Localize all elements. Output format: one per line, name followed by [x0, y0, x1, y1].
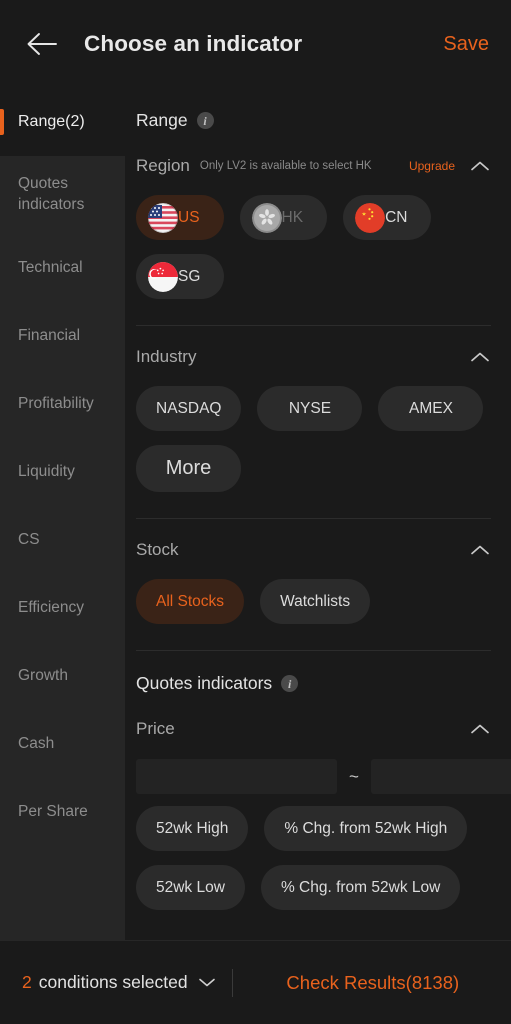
quotes-section-header: Quotes indicators i: [136, 651, 491, 698]
chip-label: CN: [385, 208, 408, 226]
indicator-chooser-screen: Choose an indicator Save Range(2) Quotes…: [0, 0, 511, 1024]
industry-chip-row: NASDAQ NYSE AMEX More: [136, 374, 491, 492]
chip-label: 52wk Low: [156, 878, 225, 896]
stock-chip-all-stocks[interactable]: All Stocks: [136, 579, 245, 624]
check-results-button[interactable]: Check Results(8138): [251, 972, 511, 994]
sidebar-item-profitability[interactable]: Profitability: [0, 370, 125, 438]
stock-chip-watchlists[interactable]: Watchlists: [260, 579, 371, 624]
region-group-header: Region Only LV2 is available to select H…: [136, 135, 491, 183]
stock-chip-row: All Stocks Watchlists: [136, 567, 491, 624]
chip-label: % Chg. from 52wk Low: [280, 878, 441, 896]
sidebar-item-range[interactable]: Range(2): [0, 88, 125, 156]
price-min-input[interactable]: [136, 759, 337, 794]
quote-chip-pct-chg-52wk-low[interactable]: % Chg. from 52wk Low: [260, 865, 461, 910]
industry-chip-nasdaq[interactable]: NASDAQ: [136, 386, 242, 431]
quote-chip-52wk-high[interactable]: 52wk High: [136, 806, 249, 851]
sidebar-item-label: Per Share: [18, 802, 88, 820]
price-range-inputs: ~: [136, 746, 511, 794]
bottom-bar-divider: [231, 968, 233, 997]
info-icon[interactable]: i: [281, 675, 299, 692]
condition-count: 2: [22, 972, 32, 992]
sidebar-item-label: Growth: [18, 666, 68, 684]
upgrade-link[interactable]: Upgrade: [409, 159, 455, 173]
sidebar-item-label: Financial: [18, 326, 81, 344]
sidebar-item-liquidity[interactable]: Liquidity: [0, 438, 125, 506]
quote-chip-52wk-low[interactable]: 52wk Low: [136, 865, 245, 910]
sidebar-item-label: Technical: [18, 258, 83, 276]
section-title: Quotes indicators: [136, 673, 273, 693]
chevron-up-icon[interactable]: [469, 718, 491, 740]
chip-label: More: [165, 457, 212, 479]
region-chip-hk[interactable]: HK: [239, 195, 328, 240]
chip-label: SG: [178, 267, 201, 285]
chip-label: NYSE: [288, 399, 332, 417]
sidebar-item-label: Cash: [18, 734, 55, 752]
sidebar-item-technical[interactable]: Technical: [0, 234, 125, 302]
region-chip-sg[interactable]: SG: [136, 254, 225, 299]
range-separator: ~: [349, 766, 359, 786]
sidebar-item-label: Quotes indicators: [18, 175, 85, 213]
industry-group-header: Industry: [136, 326, 491, 374]
chip-label: All Stocks: [156, 592, 225, 610]
chip-label: HK: [281, 208, 304, 226]
sidebar-item-cs[interactable]: CS: [0, 506, 125, 574]
sg-flag-icon: [148, 261, 178, 292]
region-chip-row: US HK CN SG: [136, 183, 491, 299]
industry-chip-amex[interactable]: AMEX: [378, 386, 484, 431]
chip-label: % Chg. from 52wk High: [284, 819, 448, 837]
category-sidebar[interactable]: Range(2) Quotes indicators Technical Fin…: [0, 88, 125, 1024]
group-label: Price: [136, 719, 175, 738]
group-label: Industry: [136, 347, 197, 366]
group-label: Stock: [136, 540, 179, 559]
condition-label: conditions selected: [38, 972, 188, 992]
sidebar-item-efficiency[interactable]: Efficiency: [0, 574, 125, 642]
indicator-content-panel[interactable]: Range i Region Only LV2 is available to …: [125, 88, 511, 1024]
sidebar-item-per-share[interactable]: Per Share: [0, 778, 125, 846]
quotes-indicator-chip-row: 52wk High % Chg. from 52wk High 52wk Low…: [136, 794, 491, 910]
us-flag-icon: [148, 202, 178, 233]
range-section-header: Range i: [136, 88, 491, 135]
sidebar-item-label: CS: [18, 530, 40, 548]
sidebar-item-cash[interactable]: Cash: [0, 710, 125, 778]
chevron-up-icon[interactable]: [469, 346, 491, 368]
section-title: Range: [136, 110, 188, 130]
industry-chip-more[interactable]: More: [136, 445, 241, 492]
page-title: Choose an indicator: [84, 31, 303, 56]
chip-label: NASDAQ: [156, 399, 222, 417]
region-chip-us[interactable]: US: [136, 195, 224, 240]
chevron-up-icon[interactable]: [469, 539, 491, 561]
group-label: Region: [136, 156, 190, 175]
region-upgrade-note: Only LV2 is available to select HK: [199, 160, 372, 172]
back-button[interactable]: [20, 22, 64, 66]
chip-label: AMEX: [409, 399, 453, 417]
industry-chip-nyse[interactable]: NYSE: [257, 386, 363, 431]
app-header: Choose an indicator Save: [0, 0, 511, 88]
conditions-selected-button[interactable]: 2 conditions selected: [0, 972, 216, 993]
hk-flag-icon: [251, 202, 282, 233]
save-button[interactable]: Save: [433, 33, 489, 56]
sidebar-item-label: Profitability: [18, 394, 94, 412]
chevron-up-icon[interactable]: [469, 155, 491, 177]
info-icon[interactable]: i: [196, 112, 214, 129]
price-max-input[interactable]: [371, 759, 511, 794]
bottom-action-bar: 2 conditions selected Check Results(8138…: [0, 940, 511, 1024]
chip-label: Watchlists: [280, 592, 351, 610]
sidebar-item-label: Efficiency: [18, 598, 85, 616]
stock-group-header: Stock: [136, 519, 491, 567]
chip-label: US: [178, 208, 200, 226]
sidebar-item-label: Liquidity: [18, 462, 75, 480]
sidebar-item-growth[interactable]: Growth: [0, 642, 125, 710]
sidebar-item-label: Range(2): [18, 113, 85, 131]
price-group-header: Price: [136, 698, 491, 746]
region-chip-cn[interactable]: CN: [343, 195, 432, 240]
body-wrapper: Range(2) Quotes indicators Technical Fin…: [0, 88, 511, 1024]
sidebar-item-financial[interactable]: Financial: [0, 302, 125, 370]
quote-chip-pct-chg-52wk-high[interactable]: % Chg. from 52wk High: [264, 806, 468, 851]
sidebar-item-quotes-indicators[interactable]: Quotes indicators: [0, 156, 125, 234]
chevron-down-icon[interactable]: [198, 977, 216, 988]
cn-flag-icon: [355, 202, 386, 233]
arrow-left-icon: [25, 31, 59, 57]
chip-label: 52wk High: [156, 819, 229, 837]
